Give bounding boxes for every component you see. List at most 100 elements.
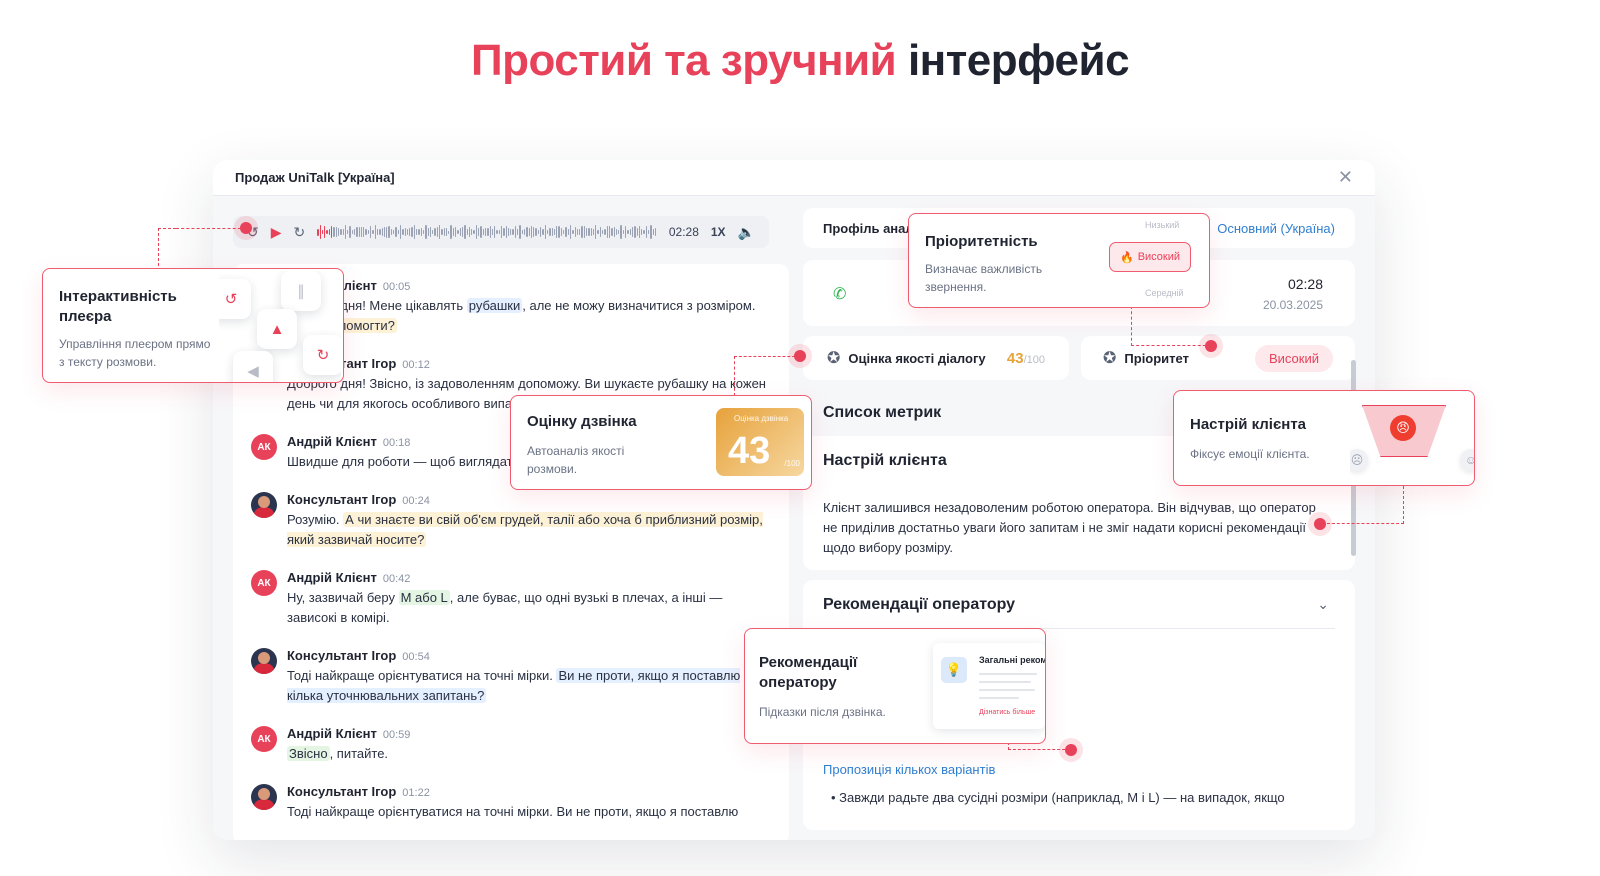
- waveform[interactable]: [317, 224, 657, 240]
- highlighted-phrase[interactable]: Звісно: [287, 746, 330, 761]
- waveform-bar: [622, 229, 625, 235]
- waveform-bar: [468, 226, 471, 238]
- waveform-bar: [376, 229, 379, 235]
- waveform-bar: [360, 226, 363, 238]
- avatar: АК: [251, 434, 277, 460]
- waveform-bar: [434, 228, 436, 236]
- waveform-bar: [643, 230, 645, 234]
- waveform-bar: [512, 229, 514, 235]
- play-icon[interactable]: ▶: [271, 224, 282, 241]
- chevron-down-icon[interactable]: ⌄: [1317, 596, 1329, 613]
- metrics-title: Список метрик: [823, 404, 942, 421]
- waveform-bar: [319, 224, 321, 240]
- page-headline: Простий та зручний інтерфейс: [470, 36, 1130, 85]
- message-header: Андрій Клієнт00:05: [287, 278, 771, 293]
- waveform-bar: [411, 226, 413, 238]
- waveform-bar: [450, 224, 452, 240]
- waveform-bar: [567, 229, 569, 235]
- close-icon[interactable]: ✕: [1338, 167, 1353, 188]
- message-time[interactable]: 00:24: [402, 495, 430, 507]
- waveform-bar: [335, 226, 337, 238]
- volume-icon: ◀: [233, 351, 273, 382]
- hotspot-dot[interactable]: [794, 350, 806, 362]
- message-row[interactable]: АК Андрій Клієнт 00:42 Ну, зазвичай беру M …: [251, 570, 771, 628]
- forward-icon[interactable]: ↻: [294, 224, 306, 241]
- callout-priority: Пріоритетність Визначає важливість зверн…: [908, 213, 1210, 308]
- waveform-bar: [344, 225, 347, 239]
- avatar: АК: [251, 570, 277, 596]
- message-time[interactable]: 00:05: [383, 281, 411, 293]
- waveform-bar: [645, 225, 647, 239]
- message-time[interactable]: 00:12: [402, 359, 430, 371]
- waveform-bar: [328, 229, 331, 235]
- happy-face-icon: ☺: [1460, 449, 1474, 471]
- waveform-bar: [367, 230, 370, 234]
- waveform-bar: [466, 228, 468, 236]
- message-row[interactable]: Консультант Ігор 01:22 Тоді найкраще орієн…: [251, 784, 771, 822]
- waveform-bar: [347, 230, 349, 234]
- waveform-bar: [416, 229, 418, 235]
- waveform-bar: [627, 229, 629, 235]
- message-time[interactable]: 00:54: [402, 651, 430, 663]
- highlighted-phrase[interactable]: M або L: [398, 590, 450, 605]
- message-row[interactable]: Консультант Ігор 00:24 Розумію. А чи знаєт…: [251, 492, 771, 550]
- waveform-bar: [585, 228, 588, 236]
- profile-language[interactable]: Основний (Україна): [1217, 221, 1335, 236]
- waveform-bar: [498, 229, 500, 235]
- waveform-bar: [478, 228, 480, 236]
- callout-title: Рекомендації оператору: [759, 654, 858, 691]
- callout-desc: Підказки після дзвінка.: [759, 705, 886, 719]
- waveform-bar: [537, 230, 540, 234]
- highlighted-phrase[interactable]: рубашки: [466, 298, 523, 313]
- play-icon: ▲: [257, 309, 297, 349]
- message-text: Ну, зазвичай беру M або L, але буває, що…: [287, 588, 771, 628]
- text-fragment: Розумію.: [287, 512, 344, 527]
- waveform-bar: [507, 227, 510, 237]
- hotspot-dot[interactable]: [240, 222, 252, 234]
- message-row[interactable]: АК Андрій Клієнт 00:59 Звісно, питайте.: [251, 726, 771, 764]
- message-row[interactable]: Консультант Ігор 00:54 Тоді найкраще орієн…: [251, 648, 771, 706]
- waveform-bar: [487, 228, 489, 236]
- hotspot-dot[interactable]: [1314, 518, 1326, 530]
- connector: [734, 356, 800, 396]
- message-time[interactable]: 01:22: [402, 787, 430, 799]
- text-fragment: Тоді найкраще орієнтуватися на точні мір…: [287, 804, 739, 819]
- audio-player: ↺ ▶ ↻ 02:28 1X 🔈: [233, 216, 769, 248]
- highlighted-phrase[interactable]: А чи знаєте ви свій об'єм грудей, талії …: [287, 512, 763, 547]
- waveform-bar: [333, 227, 335, 237]
- waveform-bar: [420, 227, 422, 237]
- waveform-bar: [565, 227, 567, 237]
- waveform-bar: [579, 228, 581, 236]
- waveform-bar: [517, 228, 519, 236]
- waveform-bar: [422, 230, 425, 234]
- badge-check-icon: ✪: [827, 350, 841, 367]
- text-fragment: Тоді найкраще орієнтуватися на точні мір…: [287, 668, 557, 683]
- speed-button[interactable]: 1X: [711, 225, 726, 239]
- fire-icon: 🔥: [1119, 251, 1134, 264]
- priority-pill: 🔥 Високий: [1109, 242, 1191, 272]
- quality-card: ✪ Оцінка якості діалогу 43/100: [803, 336, 1069, 380]
- waveform-bar: [535, 228, 537, 236]
- hotspot-dot[interactable]: [1205, 340, 1217, 352]
- waveform-bar: [556, 225, 558, 239]
- recommendations-subtitle: Пропозиція кількох варіантів: [823, 762, 996, 777]
- waveform-bar: [429, 227, 432, 237]
- waveform-bar: [457, 229, 459, 235]
- lightbulb-icon: 💡: [941, 657, 967, 683]
- message-time[interactable]: 00:42: [383, 573, 411, 585]
- hotspot-dot[interactable]: [1065, 744, 1077, 756]
- waveform-bar: [489, 225, 491, 239]
- message-text: Доброго дня! Мене цікавлять рубашки, але…: [287, 296, 771, 336]
- mood-text: Клієнт залишився незадоволеним роботою о…: [823, 500, 1316, 555]
- text-fragment: Ну, зазвичай беру: [287, 590, 399, 605]
- waveform-bar: [473, 230, 475, 234]
- priority-low-label: Низький: [1145, 220, 1180, 230]
- message-time[interactable]: 00:59: [383, 729, 411, 741]
- volume-icon[interactable]: 🔈: [738, 224, 755, 241]
- waveform-bar: [581, 225, 583, 239]
- waveform-bar: [654, 228, 657, 236]
- waveform-bar: [625, 225, 627, 239]
- message-time[interactable]: 00:18: [383, 437, 411, 449]
- message-header: Консультант Ігор 00:24: [287, 492, 771, 507]
- highlighted-phrase[interactable]: помогти?: [337, 318, 397, 333]
